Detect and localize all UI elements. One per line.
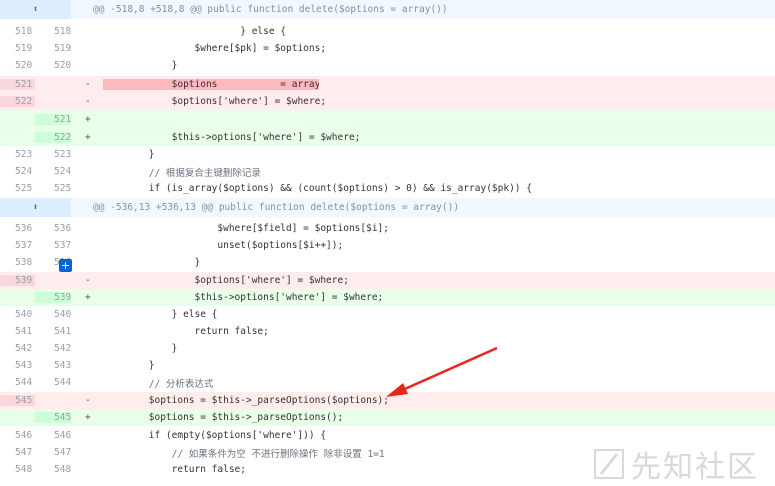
watermark: 先知社区 [593,442,759,486]
arrow-head [386,383,408,397]
diff-view: ⬍ @@ -518,8 +518,8 @@ public function de… [0,0,775,485]
annotation-arrow [386,346,498,397]
arrow-shaft [397,346,498,394]
watermark-text: 先知社区 [631,450,759,485]
logo-icon [594,449,624,479]
